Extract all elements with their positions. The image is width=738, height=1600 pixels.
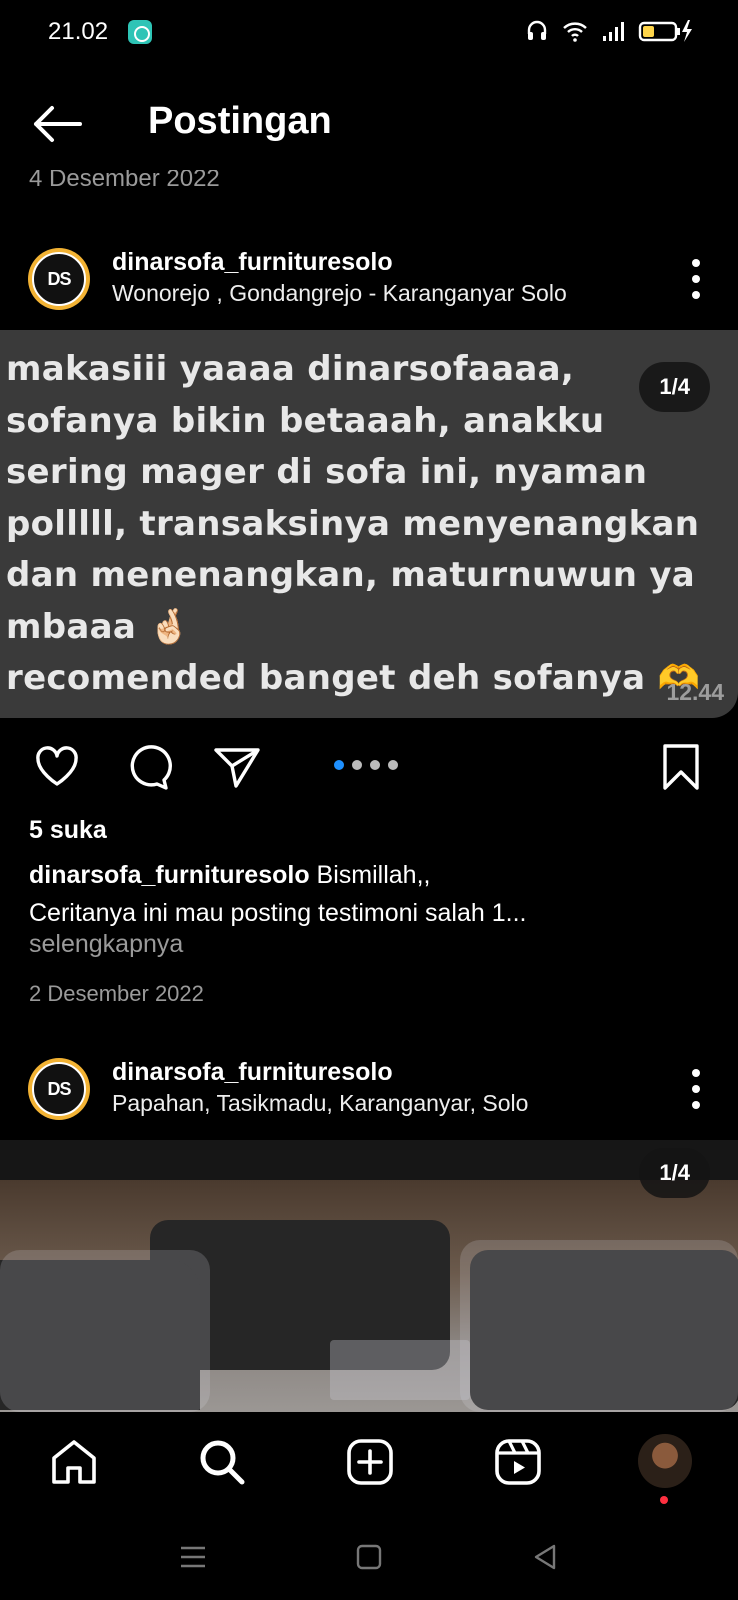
signal-icon xyxy=(603,22,624,41)
comment-icon[interactable] xyxy=(122,742,172,792)
post-location[interactable]: Papahan, Tasikmadu, Karanganyar, Solo xyxy=(112,1090,528,1117)
more-vertical-icon[interactable] xyxy=(690,256,702,302)
bookmark-icon[interactable] xyxy=(656,742,706,792)
send-icon[interactable] xyxy=(212,742,262,792)
post-header: DS dinarsofa_furnituresolo Wonorejo , Go… xyxy=(0,236,738,322)
top-bar: Postingan xyxy=(0,80,738,168)
plastic-wrap xyxy=(0,1250,210,1412)
bottom-navigation xyxy=(0,1412,738,1512)
carousel-dot xyxy=(388,760,398,770)
likes-count[interactable]: 5 suka xyxy=(29,816,107,845)
heart-icon[interactable] xyxy=(32,742,82,792)
image-counter-badge: 1/4 xyxy=(639,1148,710,1198)
profile-avatar[interactable] xyxy=(638,1434,692,1488)
reels-icon[interactable] xyxy=(492,1436,544,1488)
carousel-indicator xyxy=(334,760,398,770)
avatar[interactable]: DS xyxy=(28,1058,90,1120)
caption-text-line2: Ceritanya ini mau posting testimoni sala… xyxy=(29,899,527,927)
search-icon[interactable] xyxy=(196,1436,248,1488)
image-counter-badge: 1/4 xyxy=(639,362,710,412)
post-header-2: DS dinarsofa_furnituresolo Papahan, Tasi… xyxy=(0,1046,738,1132)
battery-icon xyxy=(638,20,692,42)
back-button[interactable] xyxy=(30,102,86,146)
home-square-icon[interactable] xyxy=(354,1542,384,1572)
status-icons xyxy=(524,18,694,44)
caption-text: Bismillah,, xyxy=(309,861,431,889)
carousel-dot xyxy=(370,760,380,770)
glass-table xyxy=(330,1340,470,1400)
post-image[interactable]: makasiii yaaaa dinarsofaaaa, sofanya bik… xyxy=(0,330,738,718)
wifi-icon xyxy=(563,22,587,42)
headset-icon xyxy=(527,20,547,40)
system-navigation xyxy=(0,1512,738,1600)
more-vertical-icon[interactable] xyxy=(690,1066,702,1112)
avatar[interactable]: DS xyxy=(28,248,90,310)
add-post-icon[interactable] xyxy=(344,1436,396,1488)
carousel-dot xyxy=(352,760,362,770)
image-chat-text: makasiii yaaaa dinarsofaaaa, sofanya bik… xyxy=(6,349,701,698)
post-username[interactable]: dinarsofa_furnituresolo xyxy=(112,248,393,277)
more-link[interactable]: selengkapnya xyxy=(29,930,183,959)
image-chat-timestamp: 12.44 xyxy=(666,679,724,705)
post-caption: dinarsofa_furnituresolo Bismillah,, Ceri… xyxy=(29,856,709,932)
carousel-dot-active xyxy=(334,760,344,770)
image-border xyxy=(0,1140,738,1180)
post-location[interactable]: Wonorejo , Gondangrejo - Karanganyar Sol… xyxy=(112,280,567,307)
previous-post-date: 4 Desember 2022 xyxy=(29,170,220,192)
post-image-2[interactable]: 1/4 xyxy=(0,1140,738,1412)
app-notification-icon xyxy=(128,20,152,44)
page-title: Postingan xyxy=(148,100,332,142)
menu-icon[interactable] xyxy=(178,1542,208,1572)
status-time: 21.02 xyxy=(48,18,109,45)
post-date: 2 Desember 2022 xyxy=(29,981,204,1006)
post-actions xyxy=(0,730,738,800)
home-icon[interactable] xyxy=(48,1436,100,1488)
plastic-wrap xyxy=(460,1240,738,1412)
caption-username[interactable]: dinarsofa_furnituresolo xyxy=(29,861,310,889)
avatar-logo: DS xyxy=(32,1062,86,1116)
status-bar: 21.02 xyxy=(0,0,738,66)
avatar-logo: DS xyxy=(32,252,86,306)
sofa-photo xyxy=(0,1180,738,1412)
back-triangle-icon[interactable] xyxy=(530,1542,560,1572)
post-username[interactable]: dinarsofa_furnituresolo xyxy=(112,1058,393,1087)
notification-dot xyxy=(660,1496,668,1504)
